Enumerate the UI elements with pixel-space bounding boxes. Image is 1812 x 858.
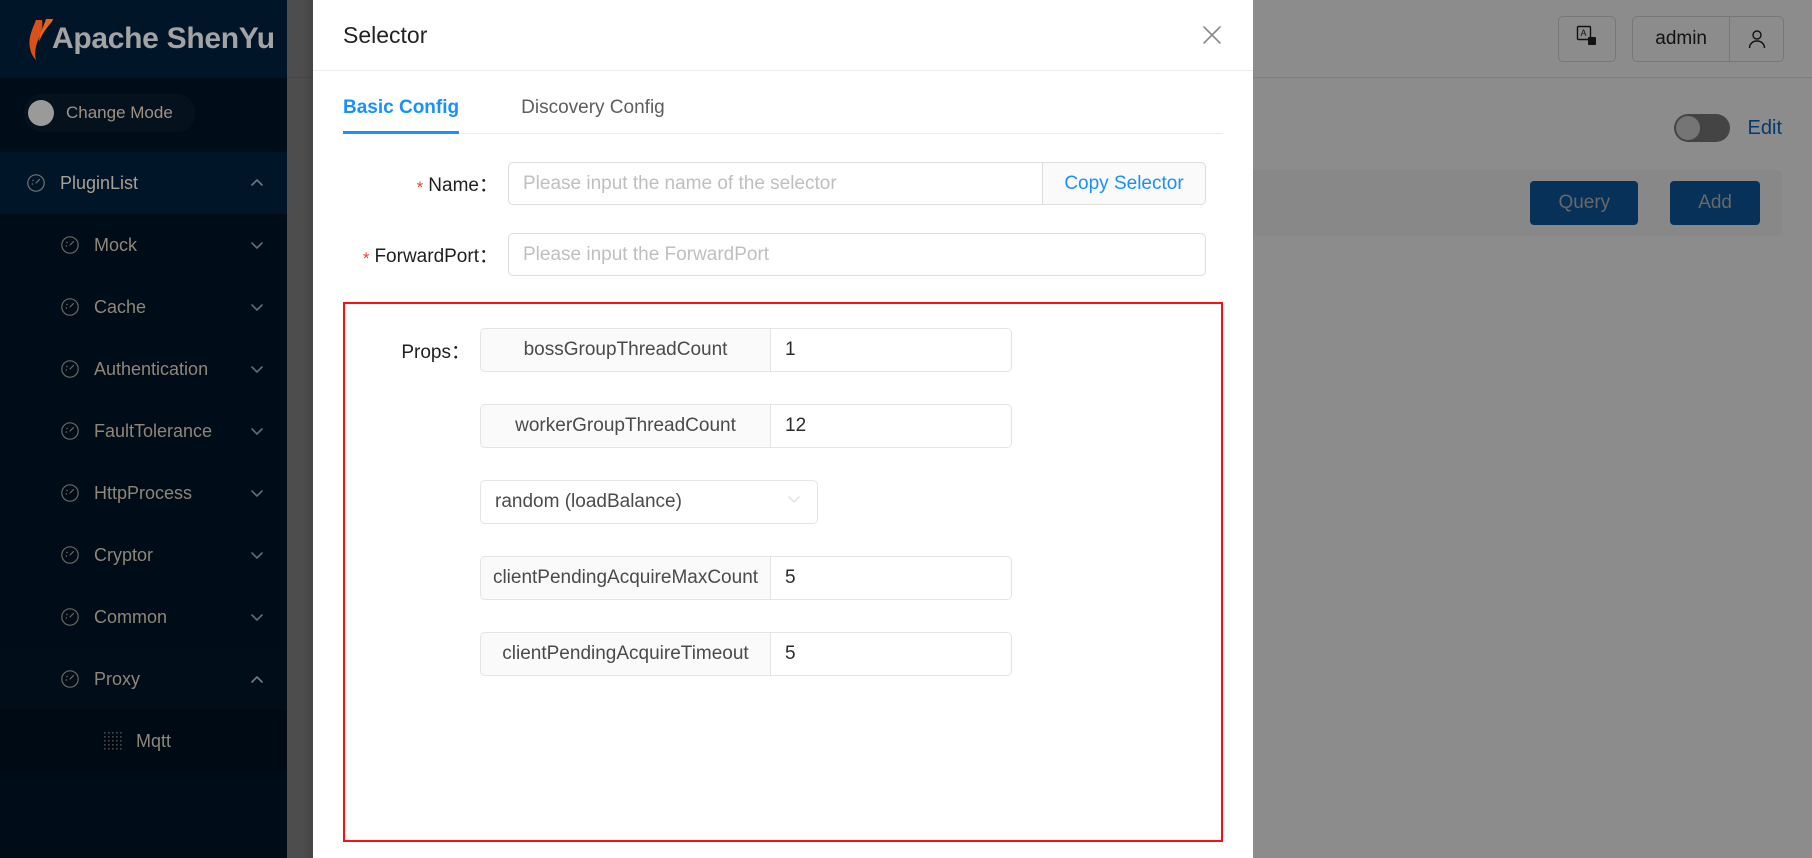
sidebar-item-authentication[interactable]: Authentication xyxy=(0,338,287,400)
mode-dot-icon xyxy=(28,100,54,126)
modal-body: Basic Config Discovery Config *Name： Ple… xyxy=(313,71,1253,858)
form-row-name: *Name： Please input the name of the sele… xyxy=(343,162,1223,205)
dashboard-icon xyxy=(60,235,80,255)
sidebar-item-label: Cryptor xyxy=(94,545,235,566)
props-kv-field[interactable]: clientPendingAcquireTimeout 5 xyxy=(480,632,1012,676)
props-key: bossGroupThreadCount xyxy=(480,328,770,372)
sidebar-item-common[interactable]: Common xyxy=(0,586,287,648)
change-mode-button[interactable]: Change Mode xyxy=(24,94,195,132)
sidebar-item-mock[interactable]: Mock xyxy=(0,214,287,276)
sidebar-nav: PluginList Mock Cache Authentication Fau… xyxy=(0,152,287,772)
sidebar-item-label: Authentication xyxy=(94,359,235,380)
props-key: clientPendingAcquireTimeout xyxy=(480,632,770,676)
props-label-colon: ： xyxy=(451,342,470,363)
forwardport-label: *ForwardPort： xyxy=(343,241,508,269)
chevron-down-icon xyxy=(249,423,265,439)
sidebar-subitem-mqtt[interactable]: Mqtt xyxy=(0,710,287,772)
brand-title: Apache ShenYu xyxy=(52,22,275,56)
sidebar-item-label: HttpProcess xyxy=(94,483,235,504)
tab-basic-config[interactable]: Basic Config xyxy=(343,97,459,133)
sidebar-item-httpprocess[interactable]: HttpProcess xyxy=(0,462,287,524)
required-marker: * xyxy=(363,249,370,268)
sidebar-item-label: Common xyxy=(94,607,235,628)
form-row-forwardport: *ForwardPort： Please input the ForwardPo… xyxy=(343,233,1223,276)
sidebar-subitem-label: Mqtt xyxy=(136,731,287,752)
sidebar-item-label: Proxy xyxy=(94,669,235,690)
chevron-down-icon xyxy=(785,490,803,514)
shenyu-flame-logo-icon xyxy=(24,18,58,60)
loadbalance-select[interactable]: random (loadBalance) xyxy=(480,480,818,524)
chevron-down-icon xyxy=(249,547,265,563)
props-value-input[interactable]: 5 xyxy=(770,632,1012,676)
brand[interactable]: Apache ShenYu xyxy=(0,0,287,78)
sidebar-item-label: Cache xyxy=(94,297,235,318)
close-icon[interactable] xyxy=(1197,20,1227,50)
sidebar-item-faulttolerance[interactable]: FaultTolerance xyxy=(0,400,287,462)
chevron-down-icon xyxy=(249,361,265,377)
sidebar-item-label: Mock xyxy=(94,235,235,256)
dashboard-icon xyxy=(60,421,80,441)
props-kv-field[interactable]: bossGroupThreadCount 1 xyxy=(480,328,1012,372)
modal-header: Selector xyxy=(313,0,1253,71)
sidebar: Apache ShenYu Change Mode PluginList xyxy=(0,0,287,858)
dashboard-icon xyxy=(26,173,46,193)
loadbalance-select-value: random (loadBalance) xyxy=(495,491,682,513)
props-highlight-box: Props： bossGroupThreadCount 1 workerGrou… xyxy=(343,302,1223,842)
sidebar-item-cache[interactable]: Cache xyxy=(0,276,287,338)
chevron-down-icon xyxy=(249,299,265,315)
props-row: random (loadBalance) xyxy=(345,480,1221,524)
sidebar-item-pluginlist[interactable]: PluginList xyxy=(0,152,287,214)
change-mode-label: Change Mode xyxy=(66,103,173,123)
dashboard-icon xyxy=(60,545,80,565)
props-row: clientPendingAcquireTimeout 5 xyxy=(345,632,1221,676)
props-label: Props： xyxy=(345,337,480,364)
chevron-down-icon xyxy=(249,485,265,501)
copy-selector-button[interactable]: Copy Selector xyxy=(1043,162,1206,205)
chevron-down-icon xyxy=(249,609,265,625)
props-row: workerGroupThreadCount 12 xyxy=(345,404,1221,448)
sidebar-item-proxy[interactable]: Proxy xyxy=(0,648,287,710)
required-marker: * xyxy=(417,178,424,197)
props-value-input[interactable]: 5 xyxy=(770,556,1012,600)
chevron-up-icon xyxy=(249,671,265,687)
name-input[interactable]: Please input the name of the selector xyxy=(508,162,1043,205)
props-value-input[interactable]: 12 xyxy=(770,404,1012,448)
dashboard-icon xyxy=(60,607,80,627)
props-key: clientPendingAcquireMaxCount xyxy=(480,556,770,600)
props-value-input[interactable]: 1 xyxy=(770,328,1012,372)
dashboard-icon xyxy=(60,669,80,689)
name-label: *Name： xyxy=(343,170,508,198)
grid-icon xyxy=(104,732,122,750)
forwardport-label-colon: ： xyxy=(479,246,498,267)
modal-shadow xyxy=(303,0,313,858)
tab-discovery-config[interactable]: Discovery Config xyxy=(521,97,665,133)
props-row: Props： bossGroupThreadCount 1 xyxy=(345,328,1221,372)
sidebar-item-label: PluginList xyxy=(60,173,235,194)
modal-tabs: Basic Config Discovery Config xyxy=(343,71,1223,134)
forwardport-input[interactable]: Please input the ForwardPort xyxy=(508,233,1206,276)
name-label-colon: ： xyxy=(479,175,498,196)
props-key: workerGroupThreadCount xyxy=(480,404,770,448)
sidebar-item-cryptor[interactable]: Cryptor xyxy=(0,524,287,586)
props-kv-field[interactable]: clientPendingAcquireMaxCount 5 xyxy=(480,556,1012,600)
sidebar-item-label: FaultTolerance xyxy=(94,421,235,442)
dashboard-icon xyxy=(60,483,80,503)
props-kv-field[interactable]: workerGroupThreadCount 12 xyxy=(480,404,1012,448)
dashboard-icon xyxy=(60,297,80,317)
props-row: clientPendingAcquireMaxCount 5 xyxy=(345,556,1221,600)
name-label-text: Name xyxy=(428,175,479,196)
chevron-up-icon xyxy=(249,175,265,191)
modal-title: Selector xyxy=(343,22,427,49)
props-label-text: Props xyxy=(401,342,451,363)
chevron-down-icon xyxy=(249,237,265,253)
selector-modal: Selector Basic Config Discovery Config *… xyxy=(313,0,1253,858)
dashboard-icon xyxy=(60,359,80,379)
forwardport-label-text: ForwardPort xyxy=(374,246,479,267)
